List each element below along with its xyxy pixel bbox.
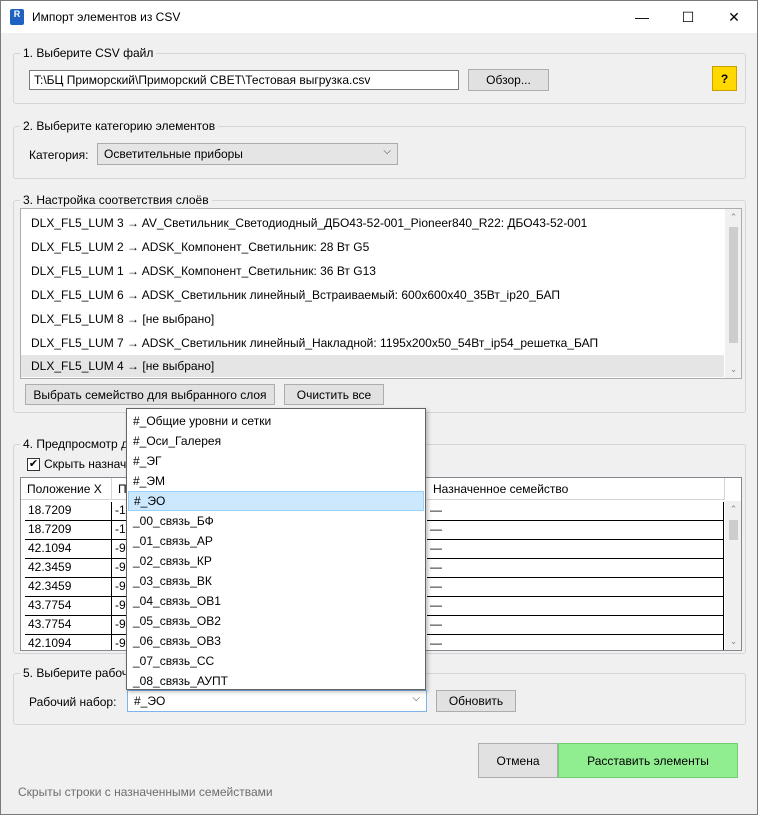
cell-family[interactable]: — <box>427 616 724 635</box>
dropdown-option[interactable]: _05_связь_ОВ2 <box>128 611 424 631</box>
cell-family[interactable]: — <box>427 559 724 578</box>
category-select[interactable]: Осветительные приборы ⌵ <box>97 143 398 165</box>
cell-x[interactable]: 18.7209 <box>25 502 112 521</box>
column-header-family[interactable]: Назначенное семейство <box>427 478 725 500</box>
cell-family[interactable]: — <box>427 502 724 521</box>
title-bar[interactable]: R Импорт элементов из CSV — ☐ ✕ <box>1 1 757 33</box>
dropdown-option[interactable]: _03_связь_ВК <box>128 571 424 591</box>
mapping-item[interactable]: DLX_FL5_LUM 8 → [не выбрано] <box>25 308 214 330</box>
cell-x[interactable]: 18.7209 <box>25 521 112 540</box>
cell-family[interactable]: — <box>427 635 724 650</box>
cancel-button[interactable]: Отмена <box>478 743 558 778</box>
dropdown-option[interactable]: _08_связь_АУПТ <box>128 671 424 689</box>
workset-label: Рабочий набор: <box>29 695 117 709</box>
csv-path-input[interactable]: T:\БЦ Приморский\Приморский СВЕТ\Тестова… <box>29 70 459 90</box>
dropdown-option[interactable]: _07_связь_СС <box>128 651 424 671</box>
import-csv-window: R Импорт элементов из CSV — ☐ ✕ 1. Выбер… <box>0 0 758 815</box>
cell-x[interactable]: 43.7754 <box>25 597 112 616</box>
maximize-button[interactable]: ☐ <box>665 1 711 33</box>
cell-x[interactable]: 42.3459 <box>25 559 112 578</box>
status-text: Скрыты строки с назначенными семействами <box>18 785 273 799</box>
layer-mapping-list[interactable]: DLX_FL5_LUM 3 → AV_Светильник_Светодиодн… <box>20 208 742 379</box>
preview-scrollbar[interactable]: ⌃ ⌄ <box>725 501 741 650</box>
workset-select[interactable]: #_ЭО ⌵ <box>127 690 427 712</box>
dropdown-option-selected[interactable]: #_ЭО <box>128 491 424 511</box>
chevron-down-icon: ⌵ <box>383 146 391 157</box>
cell-family[interactable]: — <box>427 521 724 540</box>
category-label: Категория: <box>29 148 89 162</box>
cell-family[interactable]: — <box>427 540 724 559</box>
mapping-item[interactable]: DLX_FL5_LUM 1 → ADSK_Компонент_Светильни… <box>25 260 376 282</box>
workset-dropdown-list[interactable]: #_Общие уровни и сетки #_Оси_Галерея #_Э… <box>126 408 426 690</box>
refresh-button[interactable]: Обновить <box>436 690 516 712</box>
dropdown-option[interactable]: _04_связь_ОВ1 <box>128 591 424 611</box>
scroll-thumb[interactable] <box>729 520 738 540</box>
cell-x[interactable]: 43.7754 <box>25 616 112 635</box>
revit-app-icon: R <box>10 9 24 25</box>
mapping-item[interactable]: DLX_FL5_LUM 7 → ADSK_Светильник линейный… <box>25 332 598 354</box>
column-header-x[interactable]: Положение X <box>21 478 112 500</box>
close-button[interactable]: ✕ <box>711 1 757 33</box>
dropdown-option[interactable]: _00_связь_БФ <box>128 511 424 531</box>
help-button[interactable]: ? <box>712 66 737 91</box>
dropdown-option[interactable]: _02_связь_КР <box>128 551 424 571</box>
cell-family[interactable]: — <box>427 597 724 616</box>
dropdown-option[interactable]: _06_связь_ОВ3 <box>128 631 424 651</box>
chevron-down-icon[interactable]: ⌄ <box>725 361 741 378</box>
cell-family[interactable]: — <box>427 578 724 597</box>
mapping-item[interactable]: DLX_FL5_LUM 3 → AV_Светильник_Светодиодн… <box>25 212 587 234</box>
place-elements-button[interactable]: Расставить элементы <box>558 743 738 778</box>
cell-x[interactable]: 42.1094 <box>25 635 112 650</box>
chevron-down-icon[interactable]: ⌄ <box>725 633 741 650</box>
mapping-item-selected[interactable]: DLX_FL5_LUM 4 → [не выбрано] <box>21 355 724 377</box>
category-value: Осветительные приборы <box>104 147 243 161</box>
clear-all-button[interactable]: Очистить все <box>284 384 384 405</box>
select-family-button[interactable]: Выбрать семейство для выбранного слоя <box>25 384 275 405</box>
chevron-up-icon[interactable]: ⌃ <box>725 501 741 518</box>
chevron-down-icon: ⌵ <box>412 693 420 704</box>
chevron-up-icon[interactable]: ⌃ <box>725 209 741 226</box>
hide-assigned-checkbox[interactable]: ✔ <box>27 458 40 471</box>
browse-button[interactable]: Обзор... <box>468 69 549 91</box>
mapping-item[interactable]: DLX_FL5_LUM 2 → ADSK_Компонент_Светильни… <box>25 236 369 258</box>
dropdown-option[interactable]: #_ЭГ <box>128 451 424 471</box>
layer-mapping-legend: 3. Настройка соответствия слоёв <box>20 193 212 207</box>
workset-value: #_ЭО <box>134 694 166 708</box>
cell-x[interactable]: 42.3459 <box>25 578 112 597</box>
minimize-button[interactable]: — <box>619 1 665 33</box>
dropdown-option[interactable]: #_Общие уровни и сетки <box>128 411 424 431</box>
preview-legend: 4. Предпросмотр д <box>20 437 132 451</box>
mapping-item[interactable]: DLX_FL5_LUM 6 → ADSK_Светильник линейный… <box>25 284 560 306</box>
csv-file-legend: 1. Выберите CSV файл <box>20 46 157 60</box>
dropdown-option[interactable]: #_Оси_Галерея <box>128 431 424 451</box>
window-title: Импорт элементов из CSV <box>32 10 181 24</box>
dropdown-option[interactable]: #_ЭМ <box>128 471 424 491</box>
mapping-scrollbar[interactable]: ⌃ ⌄ <box>725 209 741 378</box>
scroll-thumb[interactable] <box>729 227 738 343</box>
hide-assigned-label: Скрыть назнач <box>44 457 127 471</box>
workset-legend: 5. Выберите рабоч <box>20 666 132 680</box>
category-legend: 2. Выберите категорию элементов <box>20 119 219 133</box>
dropdown-option[interactable]: _01_связь_АР <box>128 531 424 551</box>
cell-x[interactable]: 42.1094 <box>25 540 112 559</box>
